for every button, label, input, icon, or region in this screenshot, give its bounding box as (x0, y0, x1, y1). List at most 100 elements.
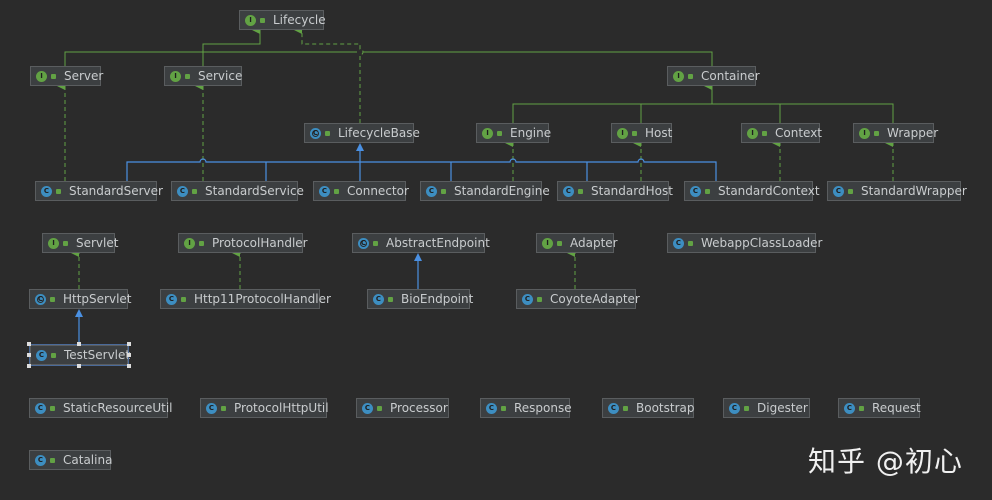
public-visibility-icon (441, 188, 446, 194)
class-icon: C (166, 293, 177, 305)
public-visibility-icon (373, 240, 378, 246)
uml-node-standardhost[interactable]: C StandardHost (557, 181, 673, 201)
public-visibility-icon (744, 405, 749, 411)
node-label: Servlet (76, 236, 119, 250)
class-icon: C (177, 185, 188, 197)
class-icon: C (426, 185, 437, 197)
uml-node-http11protocolhandler[interactable]: C Http11ProtocolHandler (160, 289, 331, 309)
public-visibility-icon (56, 188, 61, 194)
selection-handle[interactable] (77, 342, 81, 346)
selection-handle[interactable] (127, 353, 131, 357)
uml-node-httpservlet[interactable]: C HttpServlet (29, 289, 132, 309)
abstract-class-icon: C (35, 293, 46, 305)
uml-node-digester[interactable]: C Digester (723, 398, 810, 418)
diagram-edges (57, 26, 894, 345)
selection-handle[interactable] (27, 342, 31, 346)
node-label: Catalina (63, 453, 113, 467)
uml-node-protocolhttputil[interactable]: C ProtocolHttpUtil (200, 398, 329, 418)
edge-container-children (512, 86, 894, 123)
uml-node-server[interactable]: I Server (30, 66, 103, 86)
uml-node-catalina[interactable]: C Catalina (29, 450, 113, 470)
public-visibility-icon (181, 296, 186, 302)
uml-node-bootstrap[interactable]: C Bootstrap (602, 398, 694, 418)
node-label: StandardContext (718, 184, 820, 198)
uml-node-engine[interactable]: I Engine (476, 123, 551, 143)
uml-node-staticresourceutil[interactable]: C StaticResourceUtil (29, 398, 173, 418)
interface-icon: I (673, 70, 684, 82)
uml-node-connector[interactable]: C Connector (313, 181, 409, 201)
selection-handle[interactable] (27, 353, 31, 357)
uml-node-coyoteadapter[interactable]: C CoyoteAdapter (516, 289, 640, 309)
uml-node-context[interactable]: I Context (741, 123, 822, 143)
uml-node-standardservice[interactable]: C StandardService (171, 181, 304, 201)
node-label: CoyoteAdapter (550, 292, 640, 306)
class-icon: C (608, 402, 619, 414)
public-visibility-icon (762, 130, 767, 136)
abstract-class-icon: C (310, 127, 321, 139)
selection-handle[interactable] (27, 364, 31, 368)
public-visibility-icon (388, 296, 393, 302)
uml-node-servlet[interactable]: I Servlet (42, 233, 119, 253)
public-visibility-icon (50, 296, 55, 302)
uml-node-testservlet[interactable]: C TestServlet (29, 344, 131, 366)
uml-node-wrapper[interactable]: I Wrapper (853, 123, 938, 143)
node-label: AbstractEndpoint (386, 236, 490, 250)
edge-service-lifecycle (202, 26, 261, 66)
node-label: ProtocolHandler (212, 236, 308, 250)
uml-node-standardengine[interactable]: C StandardEngine (420, 181, 550, 201)
class-icon: C (563, 185, 574, 197)
public-visibility-icon (688, 73, 693, 79)
node-label: WebappClassLoader (701, 236, 823, 250)
selection-handle[interactable] (127, 364, 131, 368)
uml-node-abstractendpoint[interactable]: C AbstractEndpoint (352, 233, 490, 253)
node-label: Adapter (570, 236, 618, 250)
node-label: Response (514, 401, 572, 415)
uml-node-bioendpoint[interactable]: C BioEndpoint (367, 289, 473, 309)
abstract-class-icon: C (358, 237, 369, 249)
class-icon: C (486, 402, 497, 414)
uml-node-lifecycle[interactable]: I Lifecycle (239, 10, 326, 30)
uml-node-standardwrapper[interactable]: C StandardWrapper (827, 181, 967, 201)
uml-node-standardserver[interactable]: C StandardServer (35, 181, 163, 201)
uml-node-standardcontext[interactable]: C StandardContext (684, 181, 820, 201)
node-label: Bootstrap (636, 401, 695, 415)
public-visibility-icon (632, 130, 637, 136)
class-icon: C (36, 349, 47, 361)
public-visibility-icon (192, 188, 197, 194)
node-label: TestServlet (64, 348, 131, 362)
class-icon: C (833, 185, 844, 197)
uml-node-request[interactable]: C Request (838, 398, 921, 418)
node-label: Processor (390, 401, 448, 415)
interface-icon: I (617, 127, 628, 139)
uml-node-service[interactable]: I Service (164, 66, 242, 86)
public-visibility-icon (705, 188, 710, 194)
interface-icon: I (245, 14, 256, 26)
interface-icon: I (48, 237, 59, 249)
public-visibility-icon (63, 240, 68, 246)
edge-lifecyclebase-lifecycle (294, 26, 364, 123)
uml-node-lifecyclebase[interactable]: C LifecycleBase (304, 123, 420, 143)
class-icon: C (35, 454, 46, 466)
node-label: StaticResourceUtil (63, 401, 173, 415)
class-icon: C (373, 293, 384, 305)
node-label: Request (872, 401, 921, 415)
public-visibility-icon (185, 73, 190, 79)
interface-icon: I (184, 237, 195, 249)
uml-node-protocolhandler[interactable]: I ProtocolHandler (178, 233, 308, 253)
node-label: StandardService (205, 184, 304, 198)
public-visibility-icon (50, 457, 55, 463)
uml-node-container[interactable]: I Container (667, 66, 760, 86)
uml-node-host[interactable]: I Host (611, 123, 672, 143)
selection-handle[interactable] (77, 364, 81, 368)
class-icon: C (673, 237, 684, 249)
public-visibility-icon (578, 188, 583, 194)
selection-handle[interactable] (127, 342, 131, 346)
uml-node-adapter[interactable]: I Adapter (536, 233, 618, 253)
class-icon: C (206, 402, 217, 414)
node-label: LifecycleBase (338, 126, 420, 140)
edge-server-container-bus (64, 51, 713, 66)
uml-node-response[interactable]: C Response (480, 398, 572, 418)
uml-node-webappclassloader[interactable]: C WebappClassLoader (667, 233, 822, 253)
node-label: Lifecycle (273, 13, 326, 27)
uml-node-processor[interactable]: C Processor (356, 398, 449, 418)
